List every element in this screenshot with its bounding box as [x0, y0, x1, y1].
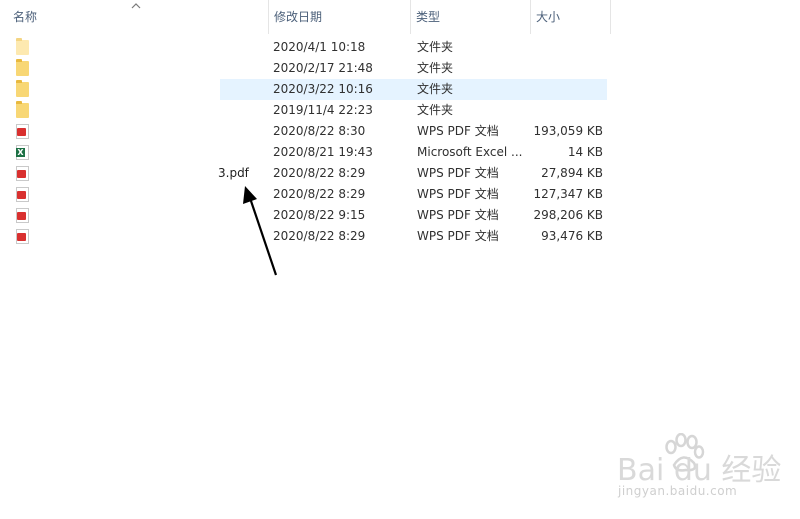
watermark-logo-text: Bai du 经验: [617, 453, 782, 488]
watermark-url: jingyan.baidu.com: [618, 484, 738, 498]
